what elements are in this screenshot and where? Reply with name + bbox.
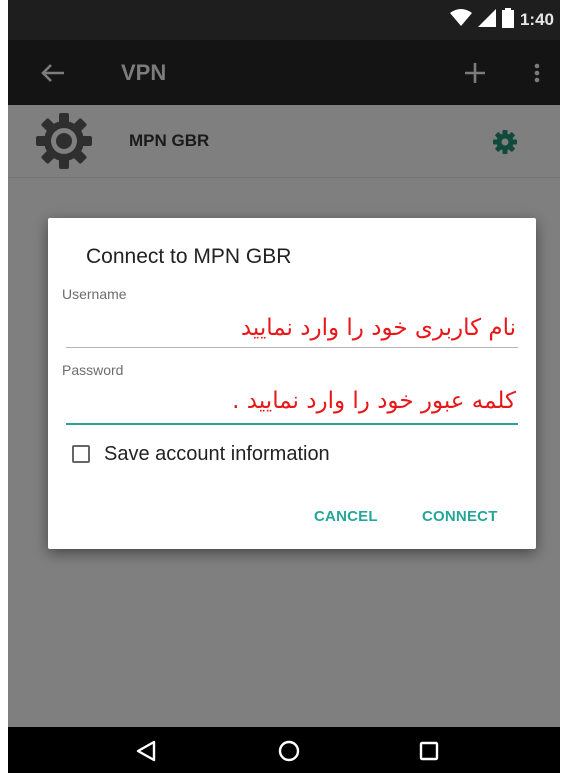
dialog-title: Connect to MPN GBR <box>86 245 292 268</box>
signal-icon <box>477 8 496 32</box>
plus-icon[interactable] <box>460 58 490 88</box>
vpn-name: MPN GBR <box>129 131 210 150</box>
save-account-label: Save account information <box>104 442 330 465</box>
password-underline <box>66 423 518 425</box>
username-field[interactable] <box>66 307 518 349</box>
vpn-list-item[interactable]: MPN GBR <box>8 105 560 178</box>
overflow-menu-icon[interactable] <box>528 58 546 88</box>
app-toolbar: VPN <box>8 40 560 105</box>
password-field[interactable] <box>66 380 518 422</box>
navigation-bar <box>8 727 560 773</box>
phone-screen: 1:40 VPN MPN GBR Connect to MPN GBR User… <box>8 0 560 773</box>
back-triangle-icon[interactable] <box>132 736 162 766</box>
home-circle-icon[interactable] <box>274 736 304 766</box>
status-icons: 1:40 <box>449 7 554 33</box>
vpn-gear-icon <box>34 111 94 171</box>
save-account-checkbox[interactable] <box>72 445 90 463</box>
wifi-icon <box>449 8 472 32</box>
username-label: Username <box>62 286 127 302</box>
settings-gear-icon[interactable] <box>492 129 518 155</box>
username-underline <box>66 347 518 348</box>
status-bar: 1:40 <box>8 0 560 40</box>
back-arrow-icon[interactable] <box>38 58 68 88</box>
status-time: 1:40 <box>519 10 554 29</box>
connect-dialog: Connect to MPN GBR Username Password Sav… <box>48 218 536 549</box>
page-title: VPN <box>121 60 167 85</box>
recents-square-icon[interactable] <box>414 736 444 766</box>
cancel-button[interactable]: CANCEL <box>314 508 378 525</box>
battery-icon <box>501 7 514 33</box>
connect-button[interactable]: CONNECT <box>422 508 498 525</box>
password-label: Password <box>62 362 124 378</box>
save-account-row[interactable]: Save account information <box>72 440 330 468</box>
